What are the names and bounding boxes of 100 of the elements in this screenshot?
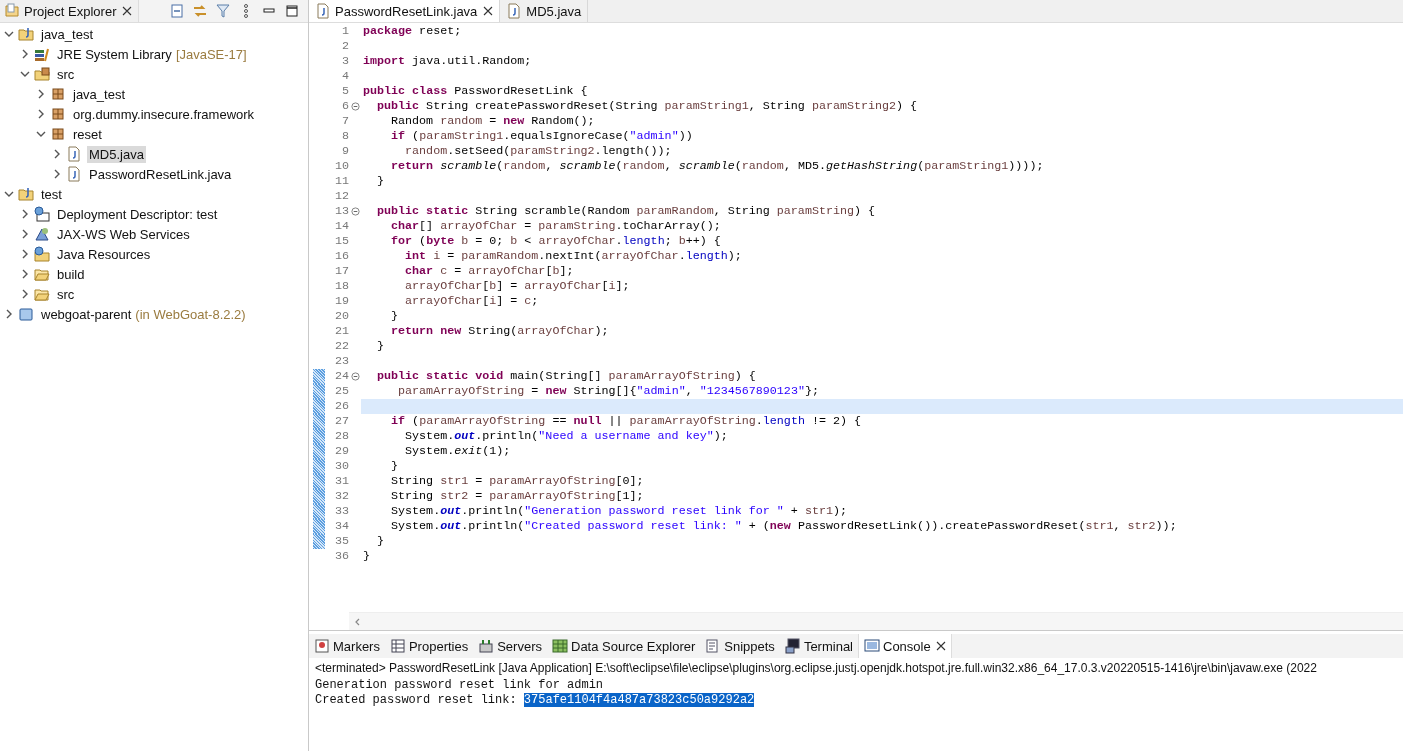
line-number: 21 (333, 324, 349, 339)
tree-item[interactable]: java_test (71, 85, 128, 103)
line-number: 3 (341, 54, 349, 69)
code-line: return new String(arrayOfChar); (390, 324, 609, 338)
tree-item[interactable]: MD5.java (87, 145, 146, 163)
web-services-icon (34, 226, 50, 242)
servers-icon (478, 638, 495, 654)
code-line: if (paramString1.equalsIgnoreCase("admin")) (390, 129, 693, 143)
line-number: 36 (333, 549, 349, 564)
maximize-icon[interactable] (284, 3, 300, 19)
java-file-icon (506, 3, 523, 19)
close-icon[interactable] (935, 641, 946, 651)
panel-tab[interactable]: Servers (473, 634, 547, 658)
books-icon (34, 46, 50, 62)
line-number: 22 (333, 339, 349, 354)
tree-item[interactable]: build (55, 265, 87, 283)
filter-icon[interactable] (215, 3, 231, 19)
tree-item[interactable]: Deployment Descriptor: test (55, 205, 220, 223)
horizontal-scrollbar[interactable] (349, 612, 1403, 630)
close-icon[interactable] (483, 6, 494, 16)
line-number: 35 (333, 534, 349, 549)
folder-icon (34, 286, 50, 302)
line-number: 32 (333, 489, 349, 504)
code-line: } (363, 549, 370, 563)
panel-tab[interactable]: Terminal (779, 634, 858, 658)
tree-item[interactable]: src (55, 285, 77, 303)
line-number: 30 (333, 459, 349, 474)
panel-tab[interactable]: Data Source Explorer (547, 634, 701, 658)
line-number: 14 (333, 219, 349, 234)
line-number: 20 (333, 309, 349, 324)
tree-item[interactable]: PasswordResetLink.java (87, 165, 234, 183)
close-icon[interactable] (122, 6, 133, 16)
fold-icon[interactable] (350, 207, 360, 216)
line-number: 13 (333, 204, 349, 219)
fold-icon[interactable] (350, 102, 360, 111)
package-icon (50, 106, 66, 122)
descriptor-icon (34, 206, 50, 222)
code-line: arrayOfChar[b] = arrayOfChar[i]; (404, 279, 630, 293)
explorer-icon (4, 3, 20, 19)
code-line: char c = arrayOfChar[b]; (404, 264, 574, 278)
code-line: } (376, 534, 385, 548)
line-number: 34 (333, 519, 349, 534)
tree-item[interactable]: reset (71, 125, 104, 143)
code-line: public String createPasswordReset(String paramString1, String paramString2) { (376, 99, 918, 113)
tree-item[interactable]: org.dummy.insecure.framework (71, 105, 257, 123)
fold-icon[interactable] (350, 372, 360, 381)
terminal-icon (784, 638, 801, 654)
tree-item[interactable]: src (55, 65, 77, 83)
code-line: int i = paramRandom.nextInt(arrayOfChar.length); (404, 249, 742, 263)
tree-item[interactable]: webgoat-parent (in WebGoat-8.2.2) (39, 305, 248, 323)
line-number: 18 (333, 279, 349, 294)
line-number: 26 (333, 399, 349, 414)
code-line: System.out.println("Need a username and key"); (404, 429, 728, 443)
line-number: 7 (341, 114, 349, 129)
panel-tab[interactable]: Console (858, 634, 952, 658)
line-number: 23 (333, 354, 349, 369)
line-number: 15 (333, 234, 349, 249)
console-icon (864, 638, 880, 654)
code-line: String str2 = paramArrayOfString[1]; (390, 489, 644, 503)
source-folder-icon (34, 66, 50, 82)
java-file-icon (66, 146, 82, 162)
editor-tab[interactable]: PasswordResetLink.java (309, 0, 501, 22)
collapse-all-icon[interactable] (169, 3, 185, 19)
panel-tab[interactable]: Markers (309, 634, 385, 658)
code-line: package reset; (363, 24, 462, 38)
tree-item[interactable]: JAX-WS Web Services (55, 225, 192, 243)
line-number: 8 (341, 129, 349, 144)
code-line: String str1 = paramArrayOfString[0]; (390, 474, 644, 488)
console-output: Generation password reset link for admin (315, 678, 605, 693)
tree-item[interactable]: Java Resources (55, 245, 153, 263)
line-number: 2 (341, 39, 349, 54)
resources-icon (34, 246, 50, 262)
database-icon (552, 638, 568, 654)
java-file-icon (66, 166, 82, 182)
markers-icon (314, 638, 330, 654)
editor-tab[interactable]: MD5.java (500, 0, 589, 22)
code-line: } (376, 174, 385, 188)
line-number: 4 (341, 69, 349, 84)
line-number: 19 (333, 294, 349, 309)
tree-item[interactable]: test (39, 185, 64, 203)
panel-tab[interactable]: Snippets (700, 634, 780, 658)
line-number: 28 (333, 429, 349, 444)
code-line: public static void main(String[] paramArrayOfString) { (376, 369, 756, 383)
line-number: 33 (333, 504, 349, 519)
tree-item[interactable]: java_test (39, 25, 96, 43)
code-line: } (390, 309, 399, 323)
line-number: 10 (333, 159, 349, 174)
code-line: paramArrayOfString = new String[]{"admin", "1234567890123"}; (397, 384, 819, 398)
console-header: <terminated> PasswordResetLink [Java Application] E:\soft\eclipse\file\eclipse\plugins\org.eclipse.justj.openjdk.hotspot.jre.full.win32.x86_64_17.0.3.v20220515-1416\jre\bin\javaw.exe (2022 (314, 660, 1318, 677)
panel-tab[interactable]: Properties (384, 634, 474, 658)
line-number: 9 (341, 144, 349, 159)
line-number: 11 (333, 174, 349, 189)
code-line: char[] arrayOfChar = paramString.toCharArray(); (390, 219, 721, 233)
code-line: import java.util.Random; (363, 54, 532, 68)
code-line: if (paramArrayOfString == null || paramArrayOfString.length != 2) { (390, 414, 862, 428)
code-line: System.out.println("Generation password reset link for " + str1); (390, 504, 847, 518)
tree-item[interactable]: JRE System Library [JavaSE-17] (55, 45, 249, 63)
package-icon (50, 126, 66, 142)
code-line: } (390, 459, 399, 473)
code-line: System.exit(1); (404, 444, 511, 458)
